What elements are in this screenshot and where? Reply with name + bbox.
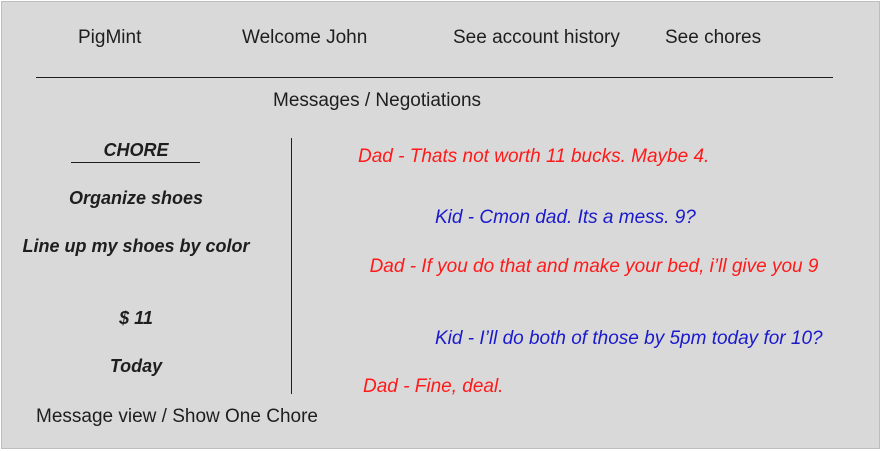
welcome-message: Welcome John [242, 27, 368, 48]
chore-heading-underline [71, 162, 200, 163]
chore-description: Line up my shoes by color [22, 236, 250, 256]
chore-amount: $ 11 [119, 308, 153, 328]
message-kid: Kid - Cmon dad. Its a mess. 9? [435, 207, 696, 228]
brand-logo-text[interactable]: PigMint [78, 26, 141, 50]
chore-name: Organize shoes [68, 188, 204, 208]
page-title: Messages / Negotiations [273, 90, 482, 111]
chores-link[interactable]: See chores [665, 26, 761, 50]
message-kid: Kid - I’ll do both of those by 5pm today… [435, 328, 823, 349]
chore-heading: CHORE [103, 140, 169, 160]
account-history-link[interactable]: See account history [453, 26, 620, 50]
message-dad: Dad - Thats not worth 11 bucks. Maybe 4. [358, 146, 710, 167]
screen-caption: Message view / Show One Chore [36, 406, 318, 427]
header-divider [36, 77, 833, 78]
chore-due-date: Today [109, 356, 163, 376]
panel-divider [291, 138, 292, 394]
message-dad: Dad - If you do that and make your bed, … [369, 256, 819, 277]
message-dad: Dad - Fine, deal. [363, 376, 504, 397]
app-frame: PigMint Welcome John See account history… [1, 1, 880, 449]
